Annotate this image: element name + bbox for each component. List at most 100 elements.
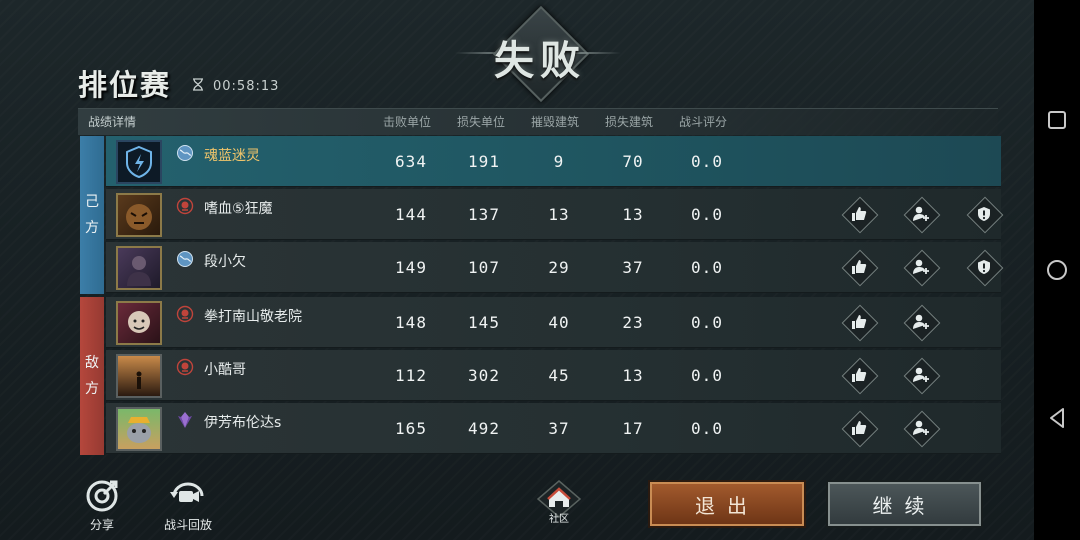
skull-icon bbox=[176, 305, 194, 323]
player-name: 小酷哥 bbox=[204, 362, 246, 378]
hourglass-icon bbox=[193, 78, 203, 91]
stat-losses: 107 bbox=[468, 258, 500, 277]
replay-button[interactable]: 战斗回放 bbox=[164, 478, 212, 533]
report-button[interactable] bbox=[966, 249, 1004, 287]
ally-label-1: 己 bbox=[85, 194, 99, 210]
player-name: 嗜血⑤狂魔 bbox=[204, 201, 273, 217]
report-button[interactable] bbox=[966, 196, 1004, 234]
ally-label-2: 方 bbox=[85, 220, 99, 236]
add-friend-icon bbox=[913, 314, 929, 329]
silhouette-portrait-icon bbox=[136, 371, 142, 389]
player-row[interactable]: 嗜血⑤狂魔 144 137 13 13 0.0 bbox=[106, 189, 1004, 240]
report-icon bbox=[978, 260, 990, 274]
stat-score: 0.0 bbox=[691, 313, 723, 332]
col-lost-buildings: 损失建筑 bbox=[605, 115, 654, 129]
share-label: 分享 bbox=[89, 518, 114, 532]
player-row[interactable]: 段小欠 149 107 29 37 0.0 bbox=[106, 242, 1004, 293]
continue-label: 继续 bbox=[872, 493, 937, 518]
stat-score: 0.0 bbox=[691, 152, 723, 171]
cartoon-portrait-icon bbox=[127, 417, 151, 443]
recent-apps-button[interactable] bbox=[1046, 109, 1068, 131]
circle-icon bbox=[1047, 260, 1067, 280]
system-navigation-bar bbox=[1034, 0, 1080, 540]
add-friend-button[interactable] bbox=[903, 249, 941, 287]
replay-camera-icon bbox=[170, 482, 204, 502]
community-button[interactable]: 社区 bbox=[536, 480, 582, 525]
thumbs-up-icon bbox=[852, 260, 867, 274]
player-avatar[interactable] bbox=[116, 193, 162, 237]
player-row[interactable]: 伊芳布伦达s 165 492 37 17 0.0 bbox=[106, 403, 1001, 454]
stat-destroyed: 40 bbox=[548, 313, 570, 332]
player-row[interactable]: 魂蓝迷灵 634 191 9 70 0.0 bbox=[106, 136, 1001, 187]
player-name: 拳打南山敬老院 bbox=[204, 309, 302, 325]
stat-score: 0.0 bbox=[691, 205, 723, 224]
player-avatar[interactable] bbox=[116, 140, 162, 184]
enemy-team-label: 敌 方 bbox=[80, 297, 104, 455]
skull-icon bbox=[176, 197, 194, 215]
thumbs-up-icon bbox=[852, 368, 867, 382]
home-button[interactable] bbox=[1046, 259, 1068, 281]
share-icon bbox=[86, 480, 118, 512]
player-row[interactable]: 小酷哥 112 302 45 13 0.0 bbox=[106, 350, 1001, 401]
back-triangle-icon bbox=[1050, 408, 1064, 428]
globe-icon bbox=[177, 145, 193, 161]
like-button[interactable] bbox=[841, 410, 879, 448]
add-friend-button[interactable] bbox=[903, 304, 941, 342]
stat-losses: 302 bbox=[468, 366, 500, 385]
add-friend-button[interactable] bbox=[903, 357, 941, 395]
enemy-label-1: 敌 bbox=[85, 355, 99, 371]
col-kills: 击败单位 bbox=[383, 115, 432, 129]
result-banner: 失败 bbox=[455, 5, 625, 104]
stat-kills: 634 bbox=[395, 152, 427, 171]
add-friend-icon bbox=[913, 259, 929, 274]
add-friend-button[interactable] bbox=[903, 410, 941, 448]
stat-lost-buildings: 23 bbox=[622, 313, 644, 332]
ally-team-label: 己 方 bbox=[80, 136, 104, 294]
player-avatar[interactable] bbox=[116, 407, 162, 451]
player-name: 段小欠 bbox=[204, 254, 246, 270]
stat-lost-buildings: 13 bbox=[622, 205, 644, 224]
thumbs-up-icon bbox=[852, 315, 867, 329]
player-name: 魂蓝迷灵 bbox=[204, 148, 260, 164]
section-label: 战绩详情 bbox=[88, 115, 137, 129]
col-score: 战斗评分 bbox=[679, 115, 728, 129]
stat-kills: 148 bbox=[395, 313, 427, 332]
like-button[interactable] bbox=[841, 357, 879, 395]
add-friend-button[interactable] bbox=[903, 196, 941, 234]
result-text: 失败 bbox=[494, 37, 586, 84]
tiger-portrait-icon bbox=[126, 204, 152, 230]
stat-kills: 144 bbox=[395, 205, 427, 224]
replay-label: 战斗回放 bbox=[164, 518, 213, 532]
player-row[interactable]: 拳打南山敬老院 148 145 40 23 0.0 bbox=[106, 297, 1001, 348]
stat-lost-buildings: 70 bbox=[622, 152, 644, 171]
player-avatar[interactable] bbox=[116, 301, 162, 345]
col-destroyed: 摧毁建筑 bbox=[531, 115, 580, 129]
continue-button[interactable]: 继续 bbox=[828, 482, 981, 526]
player-portrait-icon bbox=[128, 311, 150, 333]
like-button[interactable] bbox=[841, 196, 879, 234]
exit-label: 退出 bbox=[695, 493, 759, 518]
exit-button[interactable]: 退出 bbox=[650, 482, 804, 526]
col-losses: 损失单位 bbox=[457, 115, 506, 129]
player-name: 伊芳布伦达s bbox=[204, 415, 282, 431]
stat-destroyed: 29 bbox=[548, 258, 570, 277]
lightning-emblem-icon bbox=[126, 145, 152, 179]
player-avatar[interactable] bbox=[116, 354, 162, 398]
player-avatar[interactable] bbox=[116, 246, 162, 290]
share-button[interactable]: 分享 bbox=[82, 478, 122, 533]
skull-icon bbox=[176, 358, 194, 376]
community-label: 社区 bbox=[549, 514, 569, 525]
stat-kills: 112 bbox=[395, 366, 427, 385]
stat-destroyed: 37 bbox=[548, 419, 570, 438]
stat-destroyed: 13 bbox=[548, 205, 570, 224]
like-button[interactable] bbox=[841, 249, 879, 287]
crystal-icon bbox=[178, 412, 192, 428]
stat-score: 0.0 bbox=[691, 419, 723, 438]
stat-destroyed: 45 bbox=[548, 366, 570, 385]
stat-losses: 492 bbox=[468, 419, 500, 438]
thumbs-up-icon bbox=[852, 207, 867, 221]
report-icon bbox=[978, 207, 990, 221]
square-icon bbox=[1048, 111, 1066, 129]
like-button[interactable] bbox=[841, 304, 879, 342]
back-button[interactable] bbox=[1046, 407, 1068, 429]
